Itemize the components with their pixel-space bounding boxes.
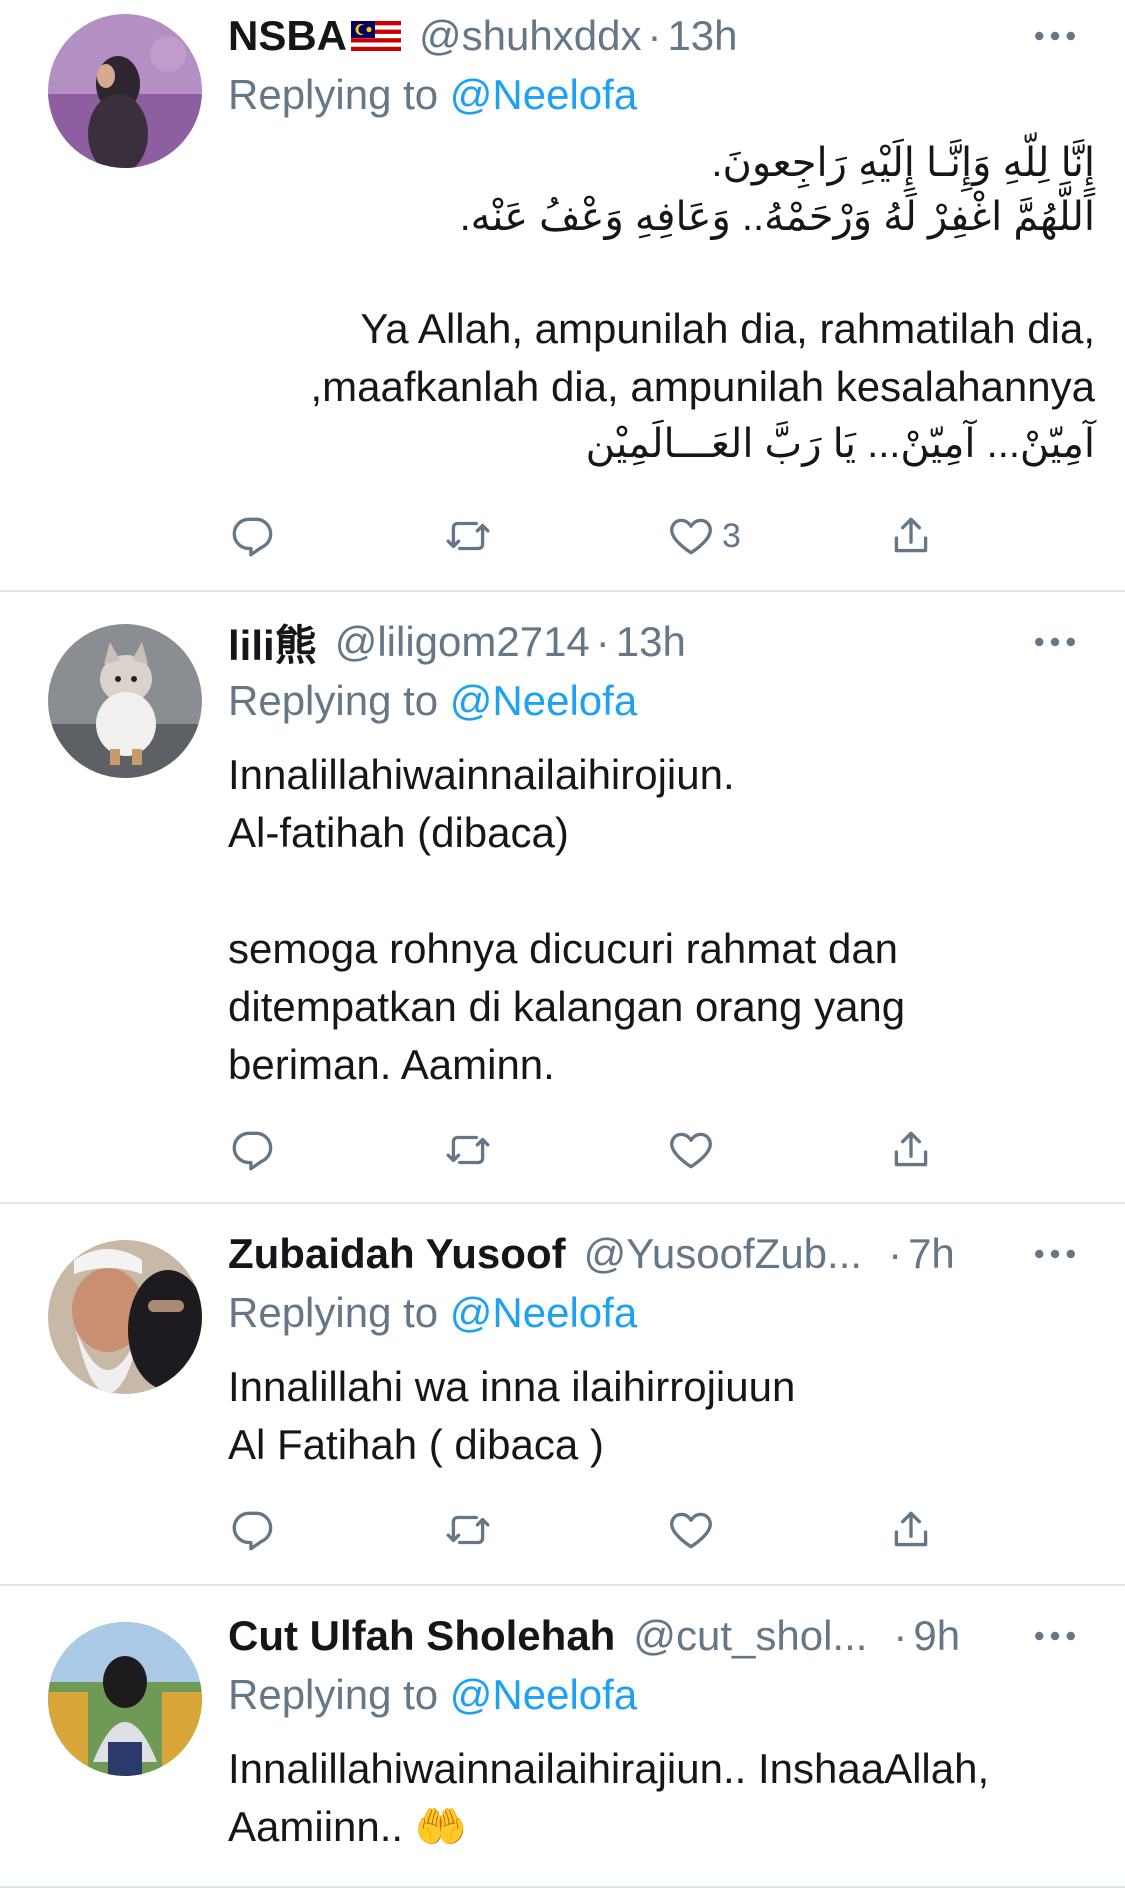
tweet-text-arabic: اَللَّهُمَّ اغْفِرْ لَهُ وَرْحَمْهُ.. وَ… [459,195,1095,239]
tweet-text: Innalillahi wa inna ilaihirrojiuun Al Fa… [228,1363,796,1468]
avatar[interactable] [48,1240,202,1394]
avatar-image [48,1622,202,1776]
separator-dot: · [647,12,662,59]
more-options-button[interactable] [1025,1224,1085,1284]
timestamp[interactable]: 9h [913,1612,960,1660]
tweet-text-arabic: إِنَّا لِلّهِ وَإِنَّـا إِلَيْهِ رَاجِعو… [711,141,1095,185]
mention-link[interactable]: @Neelofa [450,677,637,724]
retweet-button[interactable] [443,1120,493,1180]
reply-icon [232,1131,273,1171]
user-handle[interactable]: @cut_shol... [633,1612,867,1660]
avatar-image [48,1240,202,1394]
share-icon [894,1131,928,1167]
retweet-button[interactable] [443,1500,493,1560]
tweet-body: إِنَّا لِلّهِ وَإِنَّـا إِلَيْهِ رَاجِعو… [228,136,1095,472]
replying-prefix: Replying to [228,1289,439,1336]
tweet-header: NSBA @shuhxddx · 13h [228,6,1095,66]
user-name[interactable]: lili熊 [228,612,317,673]
reply-button[interactable] [228,1120,278,1180]
tweet-header: Zubaidah Yusoof @YusoofZub... · 7h [228,1224,1095,1284]
like-button[interactable] [666,1120,716,1180]
share-button[interactable] [886,1500,936,1560]
more-icon [1035,637,1075,647]
more-icon [1035,31,1075,41]
user-name[interactable]: Zubaidah Yusoof [228,1230,566,1278]
user-handle[interactable]: @shuhxddx [419,12,641,60]
more-options-button[interactable] [1025,6,1085,66]
like-button[interactable]: 3 [666,506,741,566]
user-handle[interactable]: @liligom2714 [335,618,590,666]
replying-to: Replying to @Neelofa [228,1284,1095,1342]
malaysia-flag-icon [351,21,402,51]
tweet-text: Ya Allah, ampunilah dia, rahmatilah dia, [360,305,1095,352]
replying-prefix: Replying to [228,677,439,724]
timestamp[interactable]: 7h [908,1230,955,1278]
timestamp[interactable]: 13h [616,618,686,666]
tweet[interactable]: Zubaidah Yusoof @YusoofZub... · 7h Reply… [0,1204,1125,1586]
separator-dot: · [888,1230,903,1277]
user-name[interactable]: Cut Ulfah Sholehah [228,1612,615,1660]
tweet-actions [228,1500,948,1560]
avatar-image [48,624,202,778]
share-icon [894,1511,928,1547]
replying-prefix: Replying to [228,1671,439,1718]
replying-to: Replying to @Neelofa [228,672,1095,730]
heart-icon [670,1132,712,1169]
mention-link[interactable]: @Neelofa [450,1289,637,1336]
replying-prefix: Replying to [228,71,439,118]
reply-icon [232,1511,273,1551]
retweet-icon [446,521,490,551]
tweet-text-arabic: آمِيّنْ... آمِيّنْ... يَا رَبَّ العَـــا… [585,422,1095,466]
avatar[interactable] [48,14,202,168]
share-button[interactable] [886,1120,936,1180]
heart-icon [670,1512,712,1549]
like-button[interactable] [666,1500,716,1560]
more-options-button[interactable] [1025,1606,1085,1666]
tweet-actions [228,1120,948,1180]
mention-link[interactable]: @Neelofa [450,1671,637,1718]
more-options-button[interactable] [1025,612,1085,672]
tweet[interactable]: Cut Ulfah Sholehah @cut_shol... · 9h Rep… [0,1586,1125,1888]
mention-link[interactable]: @Neelofa [450,71,637,118]
avatar-image [48,14,202,168]
tweet[interactable]: lili熊 @liligom2714 · 13h Replying to @Ne… [0,592,1125,1204]
like-count: 3 [722,516,741,555]
reply-button[interactable] [228,1500,278,1560]
heart-icon [670,518,712,555]
user-handle[interactable]: @YusoofZub... [584,1230,862,1278]
separator-dot: · [595,618,610,665]
tweet[interactable]: NSBA @shuhxddx · 13h Replying to @Neelof… [0,0,1125,592]
replying-to: Replying to @Neelofa [228,66,1095,124]
retweet-icon [446,1135,490,1165]
tweet-actions: 3 [228,506,948,566]
tweet-text: ,maafkanlah dia, ampunilah kesalahannya [310,363,1095,410]
tweet-header: Cut Ulfah Sholehah @cut_shol... · 9h [228,1606,1095,1666]
retweet-button[interactable] [443,506,493,566]
tweet-text: Innalillahiwainnailaihirojiun. Al-fatiha… [228,751,906,1088]
reply-icon [232,517,273,557]
tweet-text: Innalillahiwainnailaihirajiun.. InshaaAl… [228,1745,990,1850]
replying-to: Replying to @Neelofa [228,1666,1095,1724]
avatar[interactable] [48,624,202,778]
reply-button[interactable] [228,506,278,566]
retweet-icon [446,1515,490,1545]
tweet-header: lili熊 @liligom2714 · 13h [228,612,1095,672]
share-button[interactable] [886,506,936,566]
more-icon [1035,1631,1075,1641]
more-icon [1035,1249,1075,1259]
separator-dot: · [893,1612,908,1659]
user-name[interactable]: NSBA [228,12,347,60]
timestamp[interactable]: 13h [667,12,737,60]
avatar[interactable] [48,1622,202,1776]
share-icon [894,517,928,553]
